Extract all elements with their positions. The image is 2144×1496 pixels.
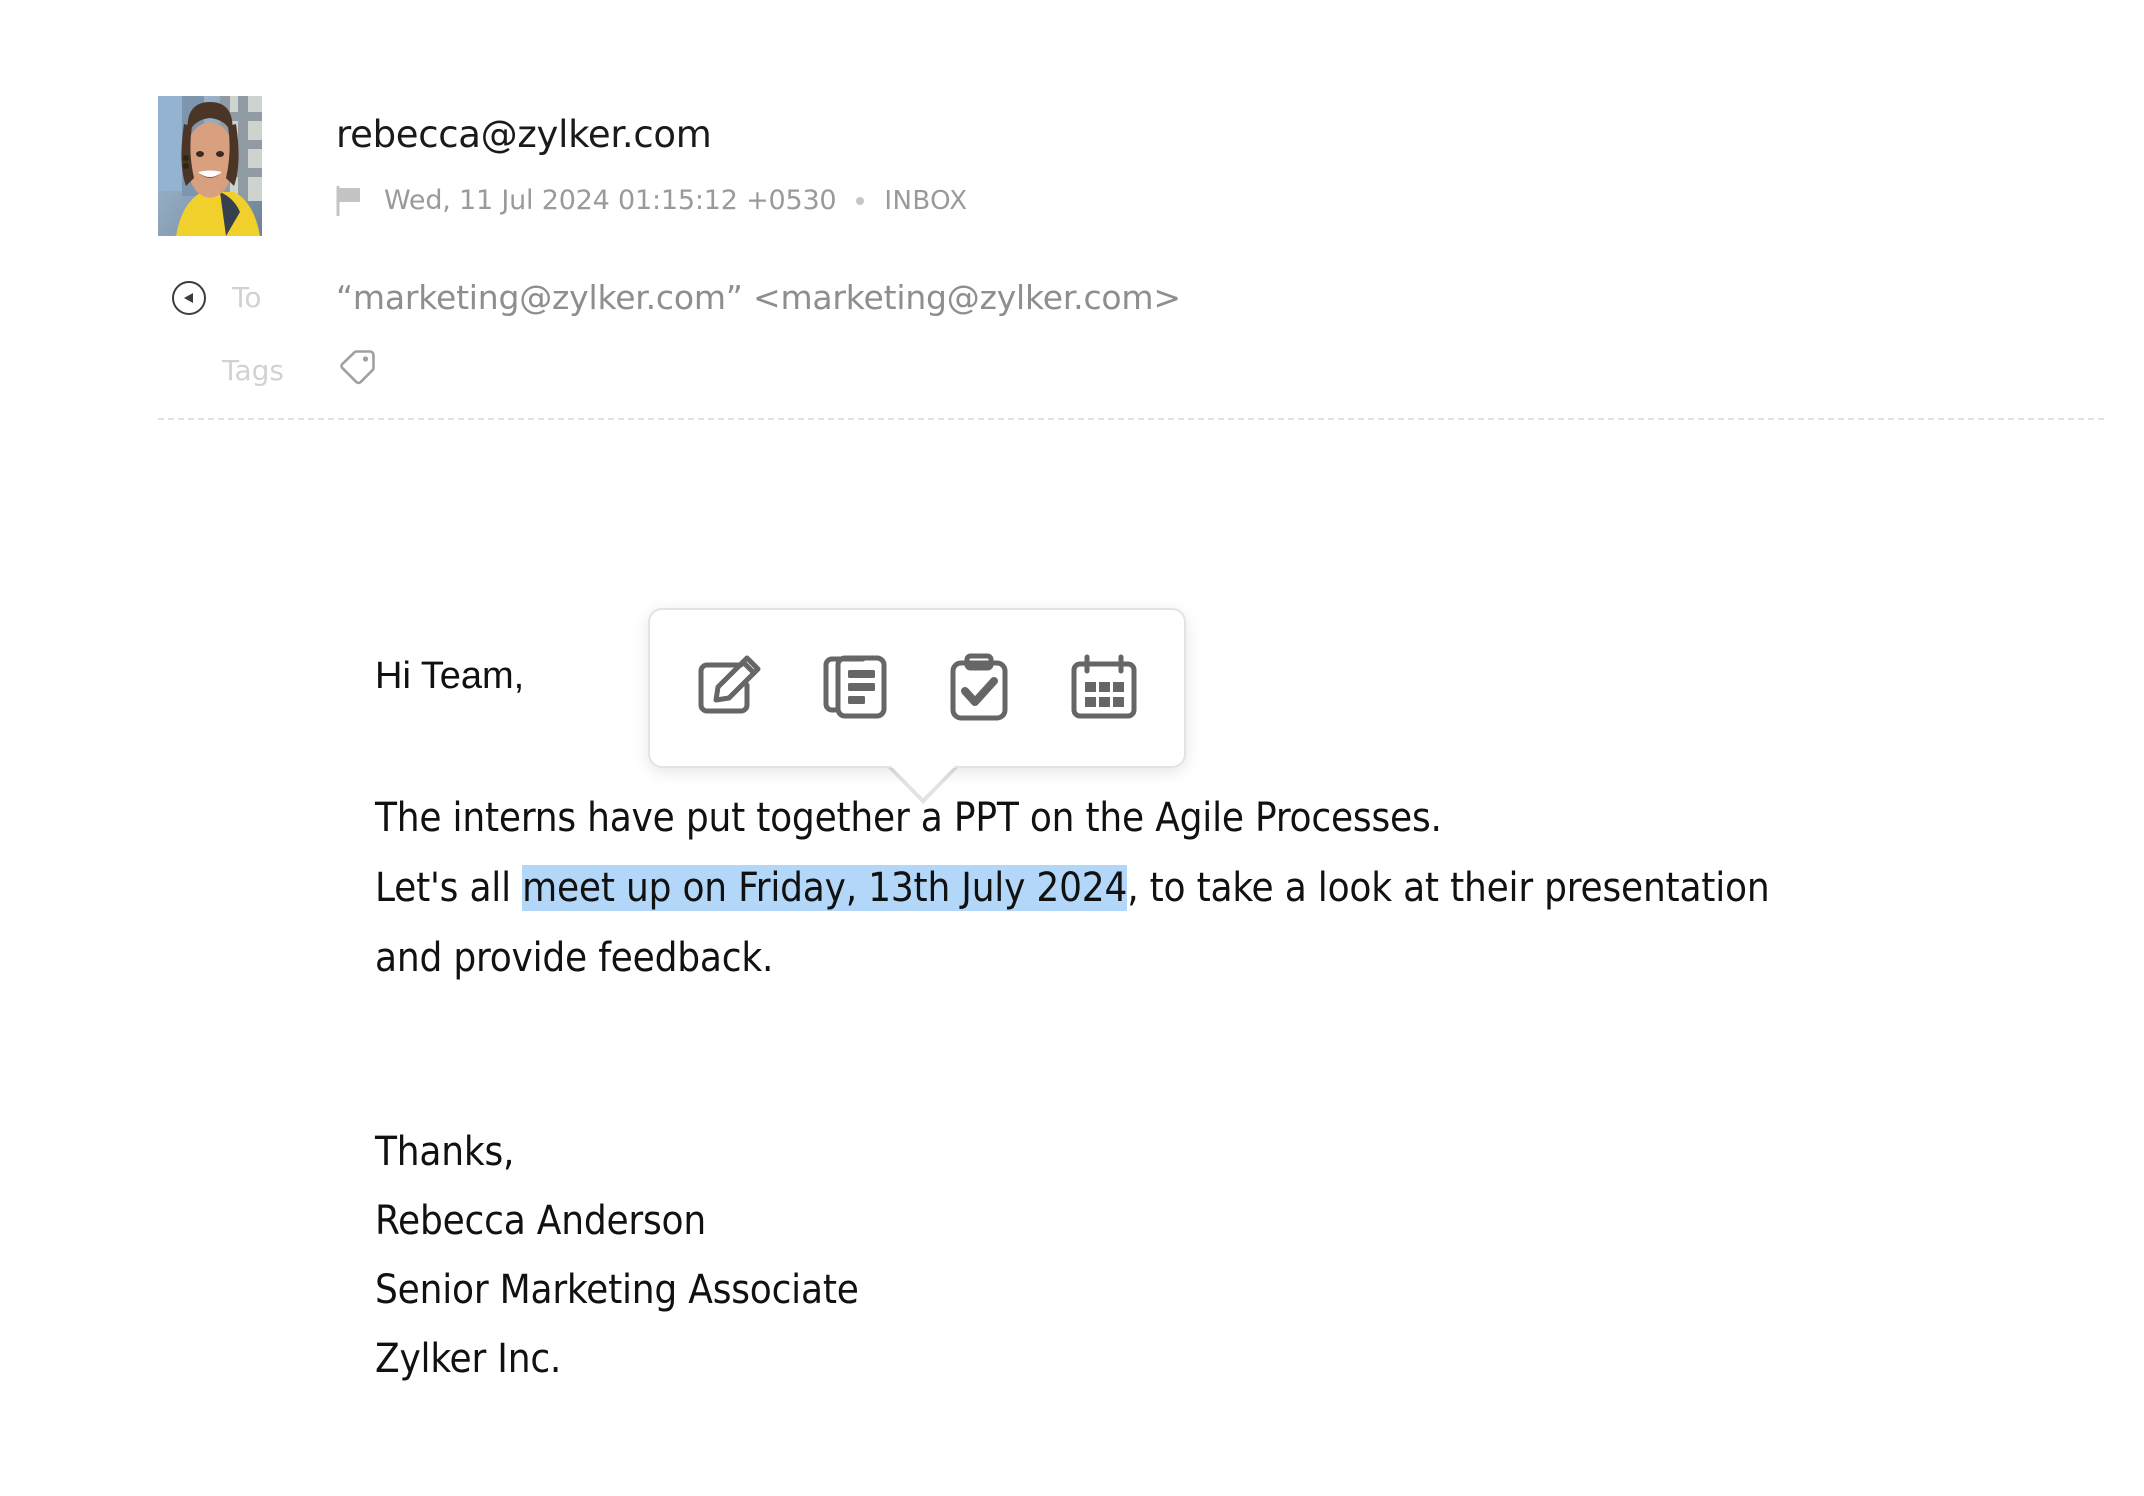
body-greeting: Hi Team, xyxy=(375,655,525,697)
flag-icon[interactable] xyxy=(336,186,362,216)
calendar-icon xyxy=(1068,652,1140,724)
task-icon xyxy=(943,652,1015,724)
tag-icon[interactable] xyxy=(336,346,378,388)
toolbar-tail-fill xyxy=(889,764,957,798)
separator-dot xyxy=(856,197,865,205)
body-line-3: and provide feedback. xyxy=(375,935,774,981)
calendar-icon-button[interactable] xyxy=(1056,640,1152,736)
email-date: Wed, 11 Jul 2024 01:15:12 +0530 xyxy=(384,185,837,216)
collapse-arrow-icon[interactable] xyxy=(172,281,206,315)
to-recipients[interactable]: “marketing@zylker.com” <marketing@zylker… xyxy=(336,278,1181,318)
compose-icon-button[interactable] xyxy=(682,640,778,736)
tags-label: Tags xyxy=(222,354,284,387)
to-label: To xyxy=(232,281,262,314)
email-meta-row: Wed, 11 Jul 2024 01:15:12 +0530 INBOX xyxy=(336,186,968,216)
selection-context-toolbar xyxy=(648,608,1186,768)
body-line-2-prefix: Let's all xyxy=(375,865,523,911)
header-divider xyxy=(158,418,2104,420)
notes-icon xyxy=(819,652,891,724)
task-icon-button[interactable] xyxy=(931,640,1027,736)
collapse-arrow-triangle xyxy=(184,293,193,303)
sender-email[interactable]: rebecca@zylker.com xyxy=(336,113,712,157)
signature-line: Thanks, xyxy=(375,1129,515,1175)
signature-line: Zylker Inc. xyxy=(375,1336,562,1382)
avatar xyxy=(158,96,262,236)
signature-line: Rebecca Anderson xyxy=(375,1198,706,1244)
folder-badge[interactable]: INBOX xyxy=(884,186,967,216)
signature-line: Senior Marketing Associate xyxy=(375,1267,859,1313)
compose-icon xyxy=(694,652,766,724)
body-line-2: Let's all meet up on Friday, 13th July 2… xyxy=(375,853,1770,923)
selected-text[interactable]: meet up on Friday, 13th July 2024 xyxy=(522,865,1127,911)
body-line-2-suffix: , to take a look at their presentation xyxy=(1127,865,1770,911)
notes-icon-button[interactable] xyxy=(807,640,903,736)
